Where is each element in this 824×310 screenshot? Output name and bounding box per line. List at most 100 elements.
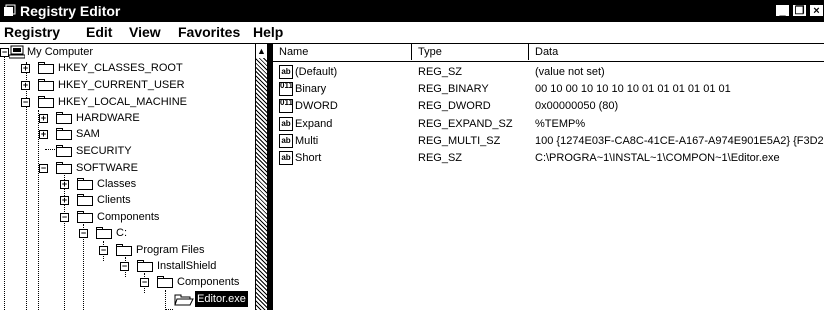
tree-item-components[interactable]: − Components <box>0 209 255 225</box>
tree-item-installshield[interactable]: − InstallShield <box>0 258 255 274</box>
folder-icon <box>38 62 54 74</box>
tree-item-hklm[interactable]: − HKEY_LOCAL_MACHINE <box>0 94 255 110</box>
folder-icon <box>56 128 72 140</box>
list-row[interactable]: ab (Default) REG_SZ (value not set) <box>273 64 824 81</box>
tree-item-sam[interactable]: + SAM <box>0 126 255 142</box>
expand-toggle[interactable]: + <box>39 114 48 123</box>
value-name: (Default) <box>295 66 338 78</box>
tree-item-label: Components <box>97 211 160 223</box>
menu-bar: Registry Edit View Favorites Help <box>0 22 824 44</box>
column-header-type[interactable]: Type <box>412 44 529 60</box>
tree-item-components-nested[interactable]: − Components <box>0 274 255 290</box>
value-name: DWORD <box>295 100 338 112</box>
close-button[interactable]: × <box>809 4 824 17</box>
values-list[interactable]: Name Type Data ab (Default) REG_SZ (valu… <box>273 44 824 310</box>
expand-toggle[interactable]: + <box>39 130 48 139</box>
value-name: Multi <box>295 135 319 147</box>
tree-item-label: HKEY_LOCAL_MACHINE <box>58 96 187 108</box>
expand-toggle[interactable]: + <box>21 81 30 90</box>
tree-item-label: SECURITY <box>76 145 132 157</box>
value-data: (value not set) <box>535 66 605 78</box>
collapse-toggle[interactable]: − <box>99 246 108 255</box>
list-row[interactable]: 011 Binary REG_BINARY 00 10 00 10 10 10 … <box>273 81 824 98</box>
tree-item-label: Clients <box>97 194 131 206</box>
value-type: REG_MULTI_SZ <box>418 135 501 147</box>
collapse-toggle[interactable]: − <box>21 98 30 107</box>
tree-item-label: C: <box>116 227 127 239</box>
collapse-toggle[interactable]: − <box>39 164 48 173</box>
menu-help[interactable]: Help <box>253 24 283 41</box>
folder-open-icon <box>96 227 112 239</box>
tree-item-clients[interactable]: + Clients <box>0 192 255 208</box>
folder-icon <box>38 79 54 91</box>
string-value-icon: ab <box>279 117 293 131</box>
tree-item-security[interactable]: SECURITY <box>0 143 255 159</box>
tree-item-label: My Computer <box>27 46 94 58</box>
value-name: Short <box>295 152 322 164</box>
value-data: 100 {1274E03F-CA8C-41CE-A167-A974E901E5A… <box>535 135 824 147</box>
value-name: Binary <box>295 83 327 95</box>
value-type: REG_SZ <box>418 152 463 164</box>
column-header-name[interactable]: Name <box>273 44 412 60</box>
folder-open-icon <box>56 162 72 174</box>
expand-toggle[interactable]: + <box>21 64 30 73</box>
list-row[interactable]: ab Expand REG_EXPAND_SZ %TEMP% <box>273 116 824 133</box>
value-type: REG_BINARY <box>418 83 489 95</box>
tree-item-label: SAM <box>76 128 100 140</box>
scrollbar-track[interactable] <box>256 58 267 310</box>
value-data: 00 10 00 10 10 10 10 01 01 01 01 01 01 <box>535 83 731 95</box>
tree-item-program-files[interactable]: − Program Files <box>0 242 255 258</box>
expand-toggle[interactable]: + <box>60 180 69 189</box>
collapse-toggle[interactable]: − <box>140 278 149 287</box>
collapse-toggle[interactable]: − <box>0 48 9 57</box>
folder-icon <box>56 112 72 124</box>
menu-edit[interactable]: Edit <box>86 24 112 41</box>
minimize-button[interactable]: _ <box>775 4 790 17</box>
tree-item-label: Program Files <box>136 244 205 256</box>
expand-toggle[interactable]: + <box>60 196 69 205</box>
menu-view[interactable]: View <box>129 24 161 41</box>
tree-item-c-drive[interactable]: − C: <box>0 225 255 241</box>
tree-item-label: Components <box>177 276 240 288</box>
value-type: REG_SZ <box>418 66 463 78</box>
scroll-up-arrow-icon[interactable]: ▲ <box>256 45 267 57</box>
list-row[interactable]: 011 DWORD REG_DWORD 0x00000050 (80) <box>273 98 824 115</box>
value-data: %TEMP% <box>535 118 586 130</box>
folder-open-icon <box>137 260 153 272</box>
value-name: Expand <box>295 118 333 130</box>
tree-item-software[interactable]: − SOFTWARE <box>0 160 255 176</box>
folder-open-icon <box>157 276 173 288</box>
string-value-icon: ab <box>279 65 293 79</box>
regedit-icon <box>4 4 16 16</box>
folder-open-icon <box>77 211 93 223</box>
folder-open-icon <box>116 244 132 256</box>
tree-scrollbar[interactable]: ▲ <box>255 44 268 310</box>
string-value-icon: ab <box>279 134 293 148</box>
folder-open-icon <box>38 96 54 108</box>
menu-favorites[interactable]: Favorites <box>178 24 240 41</box>
folder-open-icon <box>174 294 194 306</box>
collapse-toggle[interactable]: − <box>120 262 129 271</box>
computer-icon <box>9 45 25 59</box>
string-value-icon: ab <box>279 151 293 165</box>
list-row[interactable]: ab Multi REG_MULTI_SZ 100 {1274E03F-CA8C… <box>273 133 824 150</box>
window-title: Registry Editor <box>20 3 121 19</box>
tree-item-label: InstallShield <box>157 260 217 272</box>
folder-icon <box>77 194 93 206</box>
menu-registry[interactable]: Registry <box>4 24 60 41</box>
maximize-button[interactable]: ❐ <box>792 4 807 17</box>
tree-item-hkcr[interactable]: + HKEY_CLASSES_ROOT <box>0 60 255 76</box>
registry-tree[interactable]: − My Computer + HKEY_CLASSES_ROOT + HKEY… <box>0 44 255 310</box>
tree-item-hardware[interactable]: + HARDWARE <box>0 110 255 126</box>
title-bar[interactable]: Registry Editor _ ❐ × <box>0 0 824 22</box>
tree-item-hkcu[interactable]: + HKEY_CURRENT_USER <box>0 77 255 93</box>
collapse-toggle[interactable]: − <box>79 229 88 238</box>
column-header-data[interactable]: Data <box>529 44 824 60</box>
tree-item-editor-exe[interactable]: Editor.exe <box>0 291 255 307</box>
dword-value-icon: 011 <box>279 99 293 113</box>
list-row[interactable]: ab Short REG_SZ C:\PROGRA~1\INSTAL~1\COM… <box>273 150 824 167</box>
tree-item-my-computer[interactable]: − My Computer <box>0 44 255 60</box>
tree-item-classes[interactable]: + Classes <box>0 176 255 192</box>
value-data: 0x00000050 (80) <box>535 100 619 112</box>
collapse-toggle[interactable]: − <box>60 213 69 222</box>
